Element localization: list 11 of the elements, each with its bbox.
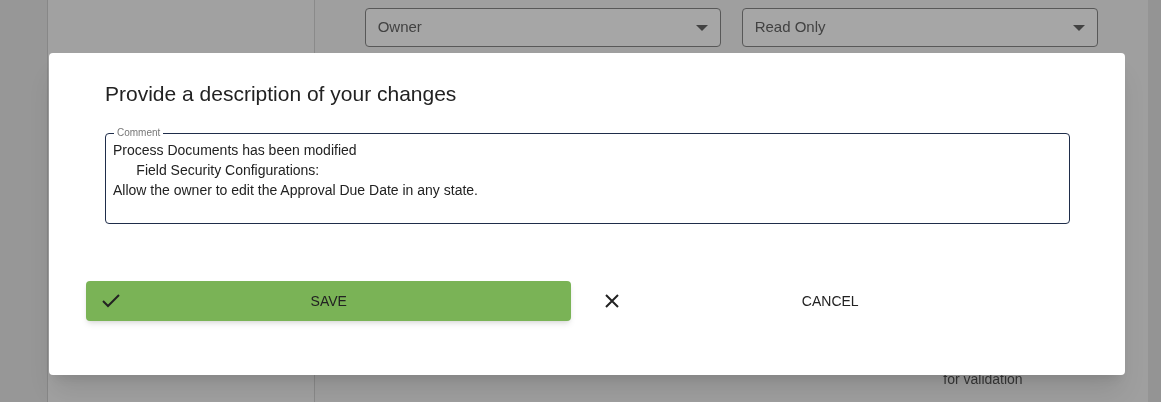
save-button[interactable]: SAVE	[86, 281, 572, 321]
caret-icon	[1072, 24, 1085, 31]
field-label: Comment	[116, 127, 162, 139]
select-field[interactable]: Owner	[364, 8, 721, 47]
caret-icon	[695, 24, 708, 31]
close-icon	[605, 294, 620, 308]
check-icon	[102, 294, 120, 308]
comment-field[interactable]: Comment Process Documents has been modified Field Security Configurations: Allow the owner to edit the Approval Due Date in any state.	[105, 127, 1070, 224]
dialog-title: Provide a description of your changes	[105, 81, 458, 107]
cancel-button[interactable]: CANCEL	[591, 281, 1069, 321]
select-field[interactable]: Read Only	[741, 8, 1098, 47]
